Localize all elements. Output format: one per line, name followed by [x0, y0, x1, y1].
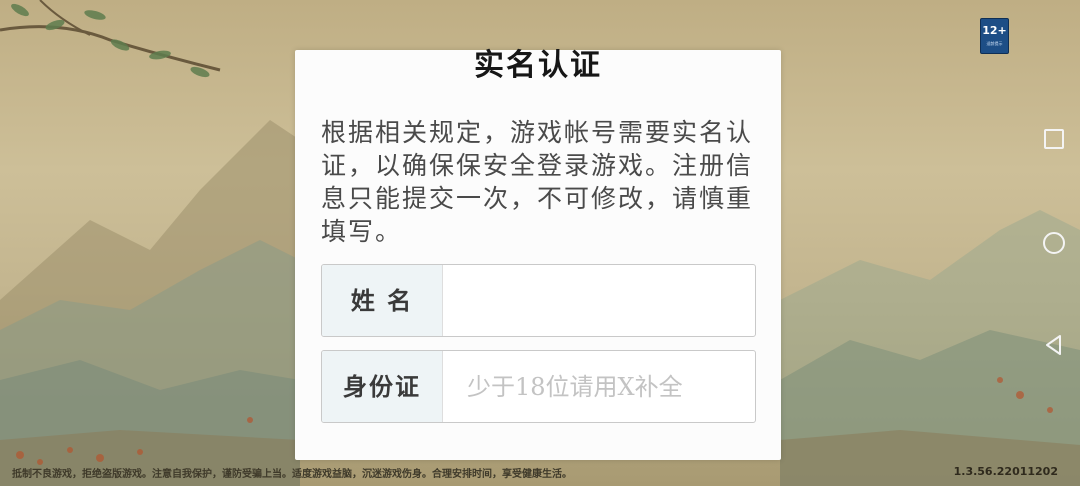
version-label: 1.3.56.22011202: [953, 465, 1058, 478]
health-gaming-notice: 抵制不良游戏，拒绝盗版游戏。注意自我保护，谨防受骗上当。适度游戏益脑，沉迷游戏伤…: [12, 469, 572, 480]
dialog-title: 实名认证: [474, 48, 602, 83]
name-input[interactable]: [443, 265, 755, 336]
home-icon: [1043, 232, 1065, 254]
id-card-field-label: 身份证: [322, 351, 443, 422]
system-navigation-bar: [1030, 0, 1080, 486]
home-button[interactable]: [1042, 231, 1066, 255]
age-rating-label: 12+: [982, 24, 1007, 37]
age-rating-sub: 适龄提示: [986, 41, 1003, 46]
id-card-field: 身份证: [321, 350, 756, 423]
recent-apps-icon: [1044, 129, 1064, 149]
name-field: 姓 名: [321, 264, 756, 337]
recent-apps-button[interactable]: [1042, 127, 1066, 151]
id-card-input[interactable]: [443, 351, 755, 422]
age-rating-badge: 12+ 适龄提示: [980, 18, 1009, 54]
back-icon: [1046, 335, 1061, 355]
name-field-label: 姓 名: [322, 265, 443, 336]
real-name-verification-dialog: 实名认证 根据相关规定，游戏帐号需要实名认证，以确保保安全登录游戏。注册信息只能…: [295, 50, 781, 460]
back-button[interactable]: [1042, 333, 1066, 357]
dialog-description: 根据相关规定，游戏帐号需要实名认证，以确保保安全登录游戏。注册信息只能提交一次，…: [321, 118, 754, 246]
